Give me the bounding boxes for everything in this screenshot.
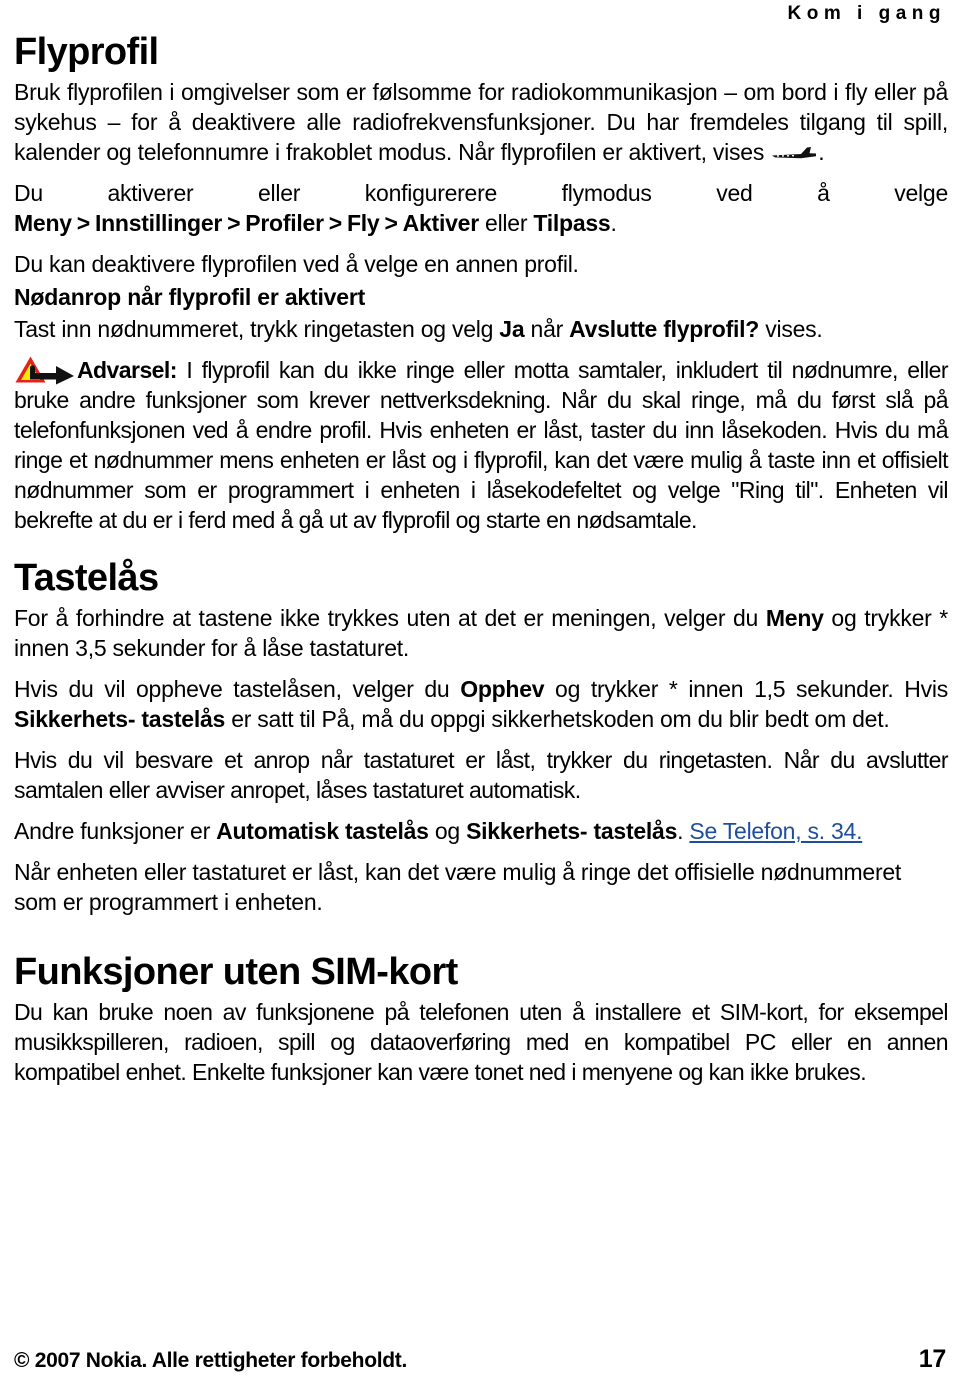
text-run: og trykker * innen 1,5 sekunder. Hvis xyxy=(544,676,948,702)
text-run: Du kan bruke noen av funksjonene på tele… xyxy=(14,999,949,1085)
text-run: eller xyxy=(478,210,534,236)
setting-sikkerhets-tastelas: Sikkerhets- tastelås xyxy=(14,706,226,732)
paragraph-tastelas-3: Hvis du vil besvare et anrop når tastatu… xyxy=(14,745,949,805)
page-number: 17 xyxy=(918,1345,947,1373)
warning-text: I flyprofil kan du ikke ringe eller mott… xyxy=(14,357,949,533)
paragraph-tastelas-1: For å forhindre at tastene ikke trykkes … xyxy=(14,603,948,663)
paragraph-flyprofil-intro: Bruk flyprofilen i omgivelser som er føl… xyxy=(14,77,948,167)
text-run: Hvis du vil besvare et anrop når tastatu… xyxy=(14,747,949,803)
menu-separator: > xyxy=(328,210,342,236)
menu-path-aktiver: Aktiver xyxy=(402,210,479,236)
menu-separator: > xyxy=(76,210,90,236)
option-ja: Ja xyxy=(499,316,525,342)
text-run: Andre funksjoner er xyxy=(14,818,217,844)
paragraph-tastelas-5: Når enheten eller tastaturet er låst, ka… xyxy=(14,857,948,917)
paragraph-tastelas-2: Hvis du vil oppheve tastelåsen, velger d… xyxy=(14,674,948,734)
text-run: når xyxy=(524,316,570,342)
feature-automatisk-tastelas: Automatisk tastelås xyxy=(216,818,429,844)
paragraph-tastelas-4: Andre funksjoner er Automatisk tastelås … xyxy=(14,816,948,846)
document-page: Kom i gang Flyprofil Bruk flyprofilen i … xyxy=(0,0,960,1390)
paragraph-sim-1: Du kan bruke noen av funksjonene på tele… xyxy=(14,997,949,1087)
paragraph-nodanrop: Tast inn nødnummeret, trykk ringetasten … xyxy=(14,314,948,344)
menu-path-tilpass: Tilpass xyxy=(533,210,611,236)
warning-label: Advarsel: xyxy=(77,357,177,383)
airplane-icon xyxy=(771,139,817,159)
paragraph-flyprofil-activate: Du aktiverer eller konfigurerere flymodu… xyxy=(14,178,948,238)
text-run: . xyxy=(677,818,690,844)
text-run: Du kan deaktivere flyprofilen ved å velg… xyxy=(14,251,579,277)
text-run: For å forhindre at tastene ikke trykkes … xyxy=(14,605,766,631)
text-run: . xyxy=(610,210,617,236)
text-run: vises. xyxy=(759,316,823,342)
paragraph-flyprofil-deactivate: Du kan deaktivere flyprofilen ved å velg… xyxy=(14,249,948,279)
running-header: Kom i gang xyxy=(787,3,946,24)
page-footer: © 2007 Nokia. Alle rettigheter forbehold… xyxy=(14,1345,946,1374)
menu-path-profiler: Profiler xyxy=(245,210,324,236)
text-run: Når enheten eller tastaturet er låst, ka… xyxy=(14,859,902,915)
menu-path-innstillinger: Innstillinger xyxy=(94,210,223,236)
page-title-funksjoner-uten-sim-kort: Funksjoner uten SIM-kort xyxy=(14,951,458,993)
text-run: Du aktiverer eller konfigurerere flymodu… xyxy=(14,180,948,206)
text-run: Tast inn nødnummeret, trykk ringetasten … xyxy=(14,316,500,342)
copyright-notice: © 2007 Nokia. Alle rettigheter forbehold… xyxy=(14,1349,408,1372)
menu-separator: > xyxy=(227,210,241,236)
paragraph-text-tail: . xyxy=(818,139,825,165)
warning-triangle-arrow-icon xyxy=(14,355,76,385)
menu-path-fly: Fly xyxy=(346,210,380,236)
page-title-flyprofil: Flyprofil xyxy=(14,31,159,73)
menu-path-meny: Meny xyxy=(765,605,824,631)
text-run: er satt til På, må du oppgi sikkerhetsko… xyxy=(225,706,890,732)
cross-reference-link-telefon[interactable]: Se Telefon, s. 34. xyxy=(689,818,862,844)
text-run: Hvis du vil oppheve tastelåsen, velger d… xyxy=(14,676,461,702)
menu-path-meny: Meny xyxy=(14,210,72,236)
menu-separator: > xyxy=(384,210,398,236)
option-opphev: Opphev xyxy=(460,676,545,702)
text-run: og xyxy=(428,818,467,844)
subheading-nodanrop: Nødanrop når flyprofil er aktivert xyxy=(14,284,366,310)
page-title-tastelas: Tastelås xyxy=(14,557,159,599)
feature-sikkerhets-tastelas: Sikkerhets- tastelås xyxy=(466,818,678,844)
warning-paragraph: Advarsel: I flyprofil kan du ikke ringe … xyxy=(14,355,949,535)
prompt-avslutte-flyprofil: Avslutte flyprofil? xyxy=(569,316,760,342)
warning-block: Advarsel: I flyprofil kan du ikke ringe … xyxy=(14,355,949,535)
